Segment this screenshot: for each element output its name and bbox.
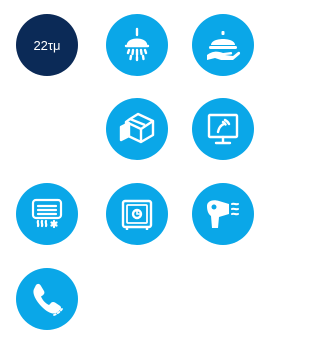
amenity-hair-dryer: [192, 183, 254, 245]
room-area-label: 22τμ: [33, 37, 61, 53]
air-conditioner-icon: [31, 198, 63, 229]
shower-icon: [124, 27, 150, 62]
amenity-telephone: [16, 268, 78, 330]
minibar-icon: [119, 112, 155, 144]
room-service-icon: [207, 31, 241, 60]
tv-icon: [207, 113, 239, 145]
amenity-safe: [106, 183, 168, 245]
amenity-minibar: [106, 98, 168, 160]
amenity-shower: [106, 14, 168, 76]
room-area-badge: 22τμ: [16, 14, 78, 76]
safe-icon: [121, 199, 153, 230]
hair-dryer-icon: [207, 200, 239, 228]
amenity-tv: [192, 98, 254, 160]
amenity-room-service: [192, 14, 254, 76]
telephone-icon: [33, 283, 63, 316]
amenity-air-conditioning: [16, 183, 78, 245]
